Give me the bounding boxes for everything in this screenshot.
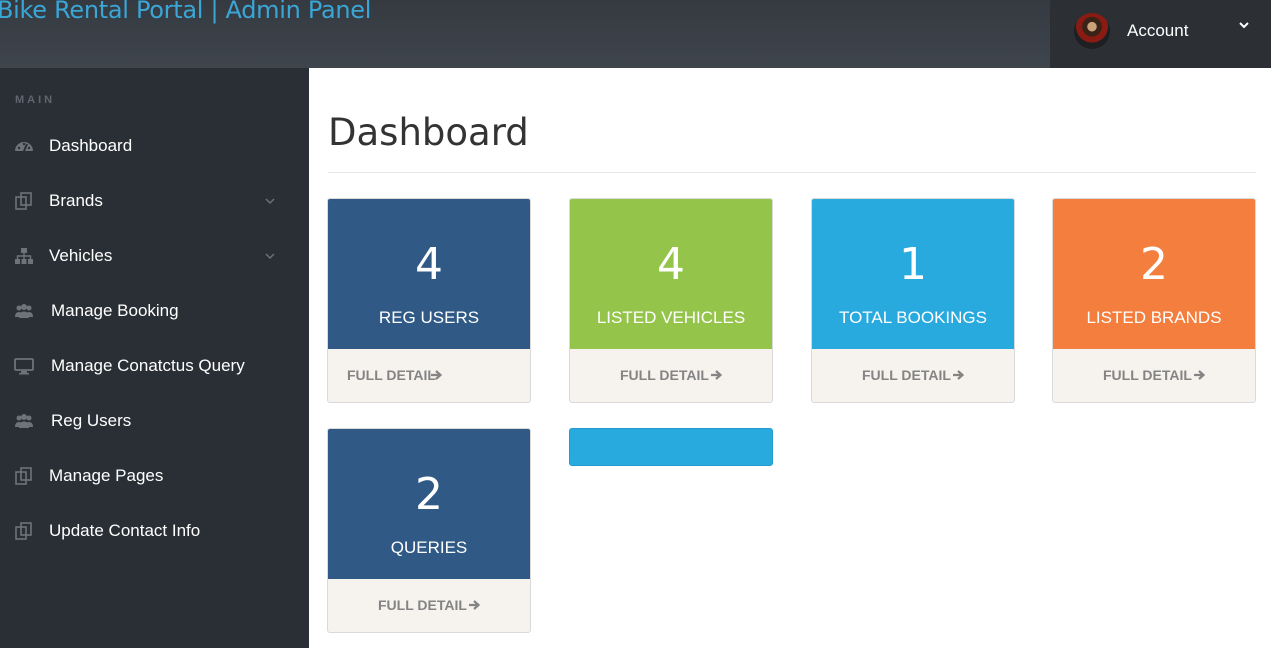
card-label: QUERIES: [390, 538, 468, 557]
card-value: 2: [1140, 239, 1168, 290]
card-value: 2: [415, 469, 443, 520]
files-icon: [15, 192, 32, 210]
chevron-down-icon: [265, 253, 275, 259]
full-detail-link[interactable]: FULL DETAIL: [570, 349, 772, 402]
chevron-down-icon[interactable]: [1237, 18, 1251, 32]
desktop-icon: [14, 358, 34, 375]
sidebar-item-label: Dashboard: [49, 136, 133, 155]
card-label: TOTAL BOOKINGS: [839, 308, 987, 327]
sidebar-item-label: Manage Pages: [49, 466, 164, 485]
app-title[interactable]: Bike Rental Portal | Admin Panel: [0, 0, 371, 24]
stat-card-partial: [569, 428, 773, 466]
arrow-right-icon: [711, 370, 723, 380]
account-label: Account: [1127, 21, 1189, 40]
files-icon: [15, 467, 32, 485]
sidebar: MAIN Dashboard Brands Vehicles Manage Bo…: [0, 68, 309, 648]
sidebar-heading: MAIN: [15, 94, 56, 106]
page-title: Dashboard: [328, 111, 529, 154]
full-detail-label: FULL DETAIL: [378, 597, 467, 613]
card-header: 4 REG USERS: [328, 199, 530, 349]
sidebar-item-manage-pages[interactable]: Manage Pages: [0, 453, 309, 499]
sitemap-icon: [15, 248, 33, 264]
sidebar-item-label: Manage Conatctus Query: [51, 356, 245, 375]
sidebar-item-manage-booking[interactable]: Manage Booking: [0, 288, 309, 334]
files-icon: [15, 522, 32, 540]
sidebar-item-brands[interactable]: Brands: [0, 178, 309, 224]
dashboard-icon: [15, 142, 33, 152]
stat-card-listed-vehicles: 4 LISTED VEHICLES FULL DETAIL: [569, 198, 773, 403]
users-icon: [15, 304, 33, 318]
chevron-down-icon: [265, 198, 275, 204]
full-detail-label: FULL DETAIL: [347, 367, 436, 383]
card-value: 4: [657, 239, 685, 290]
full-detail-link[interactable]: FULL DETAIL: [812, 349, 1014, 402]
card-header: 4 LISTED VEHICLES: [570, 199, 772, 349]
stat-card-listed-brands: 2 LISTED BRANDS FULL DETAIL: [1052, 198, 1256, 403]
sidebar-item-label: Brands: [49, 191, 103, 210]
title-divider: [328, 172, 1256, 173]
stat-card-reg-users: 4 REG USERS FULL DETAIL: [327, 198, 531, 403]
card-label: LISTED BRANDS: [1086, 308, 1222, 327]
card-value: 4: [415, 239, 443, 290]
card-value: 1: [899, 239, 927, 290]
card-header: 2 QUERIES: [328, 429, 530, 579]
card-label: LISTED VEHICLES: [596, 308, 746, 327]
top-header: Bike Rental Portal | Admin Panel Account: [0, 0, 1271, 68]
card-header: 2 LISTED BRANDS: [1053, 199, 1255, 349]
full-detail-label: FULL DETAIL: [620, 367, 709, 383]
sidebar-item-label: Manage Booking: [51, 301, 179, 320]
sidebar-item-label: Update Contact Info: [49, 521, 201, 540]
sidebar-item-update-contact-info[interactable]: Update Contact Info: [0, 508, 309, 554]
sidebar-item-vehicles[interactable]: Vehicles: [0, 233, 309, 279]
card-label: REG USERS: [378, 308, 480, 327]
full-detail-label: FULL DETAIL: [862, 367, 951, 383]
sidebar-item-manage-contactus-query[interactable]: Manage Conatctus Query: [0, 343, 309, 389]
sidebar-item-label: Reg Users: [51, 411, 132, 430]
full-detail-link[interactable]: FULL DETAIL: [1053, 349, 1255, 402]
stat-card-queries: 2 QUERIES FULL DETAIL: [327, 428, 531, 633]
full-detail-label: FULL DETAIL: [1103, 367, 1192, 383]
arrow-right-icon: [469, 600, 481, 610]
full-detail-link[interactable]: FULL DETAIL: [328, 579, 530, 632]
stat-card-total-bookings: 1 TOTAL BOOKINGS FULL DETAIL: [811, 198, 1015, 403]
sidebar-item-dashboard[interactable]: Dashboard: [0, 123, 309, 169]
account-menu[interactable]: Account: [1050, 0, 1271, 68]
arrow-right-icon: [953, 370, 965, 380]
sidebar-item-label: Vehicles: [49, 246, 113, 265]
sidebar-item-reg-users[interactable]: Reg Users: [0, 398, 309, 444]
arrow-right-icon: [431, 370, 443, 380]
avatar[interactable]: [1074, 13, 1110, 49]
users-icon: [15, 414, 33, 428]
arrow-right-icon: [1194, 370, 1206, 380]
card-header: 1 TOTAL BOOKINGS: [812, 199, 1014, 349]
full-detail-link[interactable]: FULL DETAIL: [328, 349, 530, 402]
